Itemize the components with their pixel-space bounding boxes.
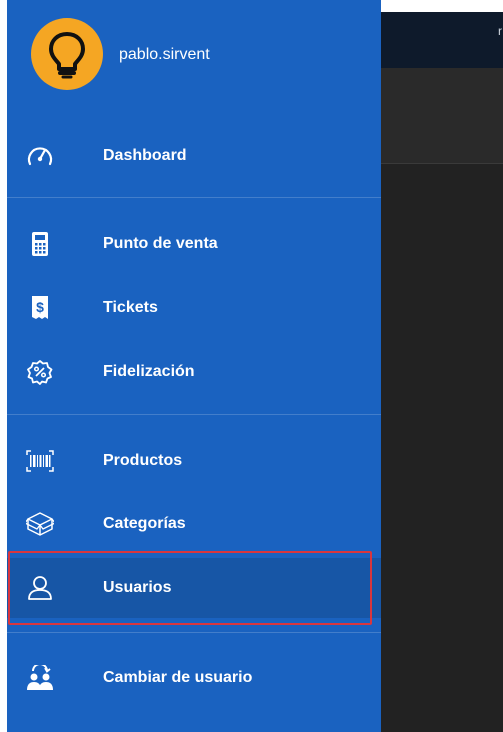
receipt-icon: $: [25, 293, 55, 323]
menu-item-tickets[interactable]: $ Tickets: [7, 278, 381, 338]
username: pablo.sirvent: [119, 46, 210, 63]
divider: [7, 197, 381, 198]
menu-label-cambiar-de-usuario: Cambiar de usuario: [103, 669, 253, 686]
menu-label-punto-de-venta: Punto de venta: [103, 235, 218, 252]
topbar-edge-text: r: [498, 24, 502, 38]
menu-label-fidelizacion: Fidelización: [103, 363, 195, 380]
box-icon: [25, 509, 55, 539]
barcode-icon: [25, 446, 55, 476]
menu-item-punto-de-venta[interactable]: Punto de venta: [7, 214, 381, 274]
users-switch-icon: [25, 663, 55, 693]
app-content-overlay: [380, 164, 503, 732]
menu-label-tickets: Tickets: [103, 299, 158, 316]
selection-highlight-outline: [8, 551, 372, 625]
svg-text:$: $: [36, 299, 44, 315]
avatar[interactable]: [31, 18, 103, 90]
menu-label-categorias: Categorías: [103, 515, 186, 532]
menu-label-dashboard: Dashboard: [103, 147, 187, 164]
menu-item-cambiar-de-usuario[interactable]: Cambiar de usuario: [7, 648, 381, 708]
menu-item-dashboard[interactable]: Dashboard: [7, 126, 381, 186]
menu-item-fidelizacion[interactable]: Fidelización: [7, 342, 381, 402]
app-subbar: [380, 68, 503, 164]
user-profile-header: pablo.sirvent: [7, 0, 381, 110]
percent-badge-icon: [25, 357, 55, 387]
divider: [7, 632, 381, 633]
speedometer-icon: [25, 141, 55, 171]
divider: [7, 414, 381, 415]
menu-label-productos: Productos: [103, 452, 183, 469]
menu-item-productos[interactable]: Productos: [7, 431, 381, 491]
calculator-icon: [25, 229, 55, 259]
app-topbar: [380, 12, 503, 68]
lightbulb-icon: [44, 29, 90, 79]
menu-item-categorias[interactable]: Categorías: [7, 494, 381, 554]
